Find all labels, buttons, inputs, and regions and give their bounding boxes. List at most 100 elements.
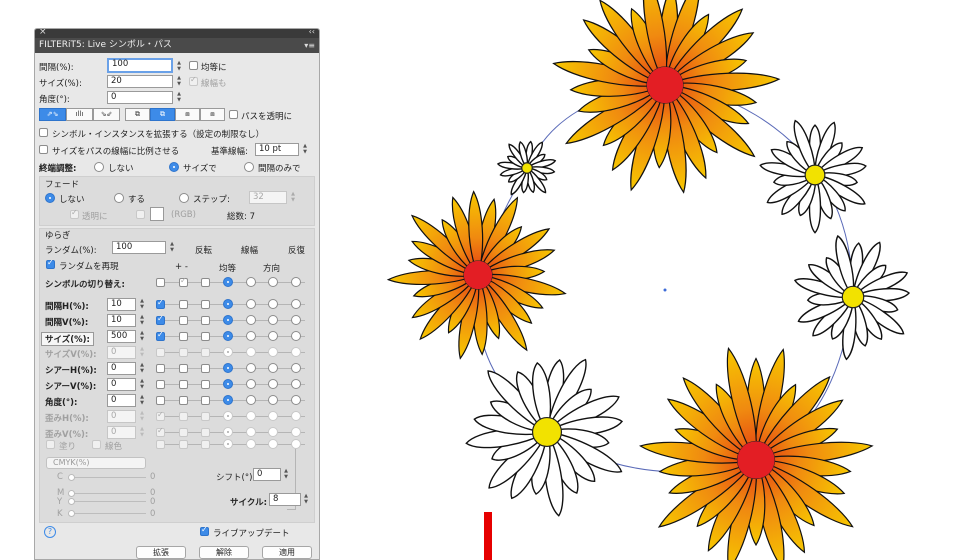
jitter-row-invert-checkbox[interactable] xyxy=(156,348,165,357)
fade-transparent-checkbox[interactable] xyxy=(70,208,79,219)
fill-radio-3[interactable] xyxy=(268,439,278,449)
jitter-row-input[interactable]: 500 xyxy=(107,330,136,343)
white-daisy-right-top[interactable] xyxy=(759,119,867,234)
jitter-row-minus-checkbox[interactable] xyxy=(201,316,210,325)
jitter-row-input[interactable]: 0 xyxy=(107,378,136,391)
white-daisy-bottom-left[interactable] xyxy=(465,356,625,517)
cycle-input[interactable]: 8 xyxy=(269,493,301,506)
orange-flower-bottom[interactable] xyxy=(639,346,874,560)
symbol-switch-plus-checkbox[interactable] xyxy=(179,276,188,287)
jitter-row-minus-checkbox[interactable] xyxy=(201,380,210,389)
help-icon[interactable]: ? xyxy=(44,526,56,538)
black-knob[interactable] xyxy=(68,510,75,517)
jitter-row-uniform-radio[interactable] xyxy=(223,331,233,341)
jitter-row-radio-2[interactable] xyxy=(246,315,256,325)
cyan-slider[interactable] xyxy=(71,477,146,478)
jitter-row-plus-checkbox[interactable] xyxy=(179,380,188,389)
overlap-mode-4-button[interactable]: ⧈ xyxy=(200,108,225,121)
jitter-row-uniform-radio[interactable] xyxy=(223,395,233,405)
jitter-row-minus-checkbox[interactable] xyxy=(201,348,210,357)
jitter-row-input[interactable]: 10 xyxy=(107,298,136,311)
jitter-row-invert-checkbox[interactable] xyxy=(156,426,165,437)
spacing-input[interactable]: 100 xyxy=(107,58,173,73)
symbol-switch-radio-4[interactable] xyxy=(291,277,301,287)
random-stepper[interactable]: ▲ ▼ xyxy=(169,241,175,254)
jitter-row-plus-checkbox[interactable] xyxy=(179,332,188,341)
fill-radio-4[interactable] xyxy=(291,439,301,449)
scale-by-stroke-checkbox[interactable] xyxy=(39,145,48,154)
jitter-row-radio-2[interactable] xyxy=(246,347,256,357)
jitter-row-minus-checkbox[interactable] xyxy=(201,300,210,309)
symbol-switch-uniform-radio[interactable] xyxy=(223,277,233,287)
fade-step-radio[interactable] xyxy=(179,193,189,203)
jitter-row-input[interactable]: 0 xyxy=(107,426,136,439)
jitter-row-radio-3[interactable] xyxy=(268,363,278,373)
jitter-row-radio-3[interactable] xyxy=(268,395,278,405)
jitter-row-minus-checkbox[interactable] xyxy=(201,396,210,405)
magenta-knob[interactable] xyxy=(68,490,75,497)
jitter-row-radio-2[interactable] xyxy=(246,379,256,389)
jitter-row-radio-4[interactable] xyxy=(291,347,301,357)
align-mode-1-button[interactable]: ⇗⇘ xyxy=(39,108,66,121)
spacing-stepper[interactable]: ▲ ▼ xyxy=(176,60,182,73)
jitter-row-radio-3[interactable] xyxy=(268,347,278,357)
jitter-row-radio-4[interactable] xyxy=(291,395,301,405)
jitter-row-plus-checkbox[interactable] xyxy=(179,412,188,421)
jitter-row-uniform-radio[interactable] xyxy=(223,427,233,437)
jitter-row-uniform-radio[interactable] xyxy=(223,363,233,373)
jitter-row-uniform-radio[interactable] xyxy=(223,347,233,357)
jitter-row-plus-checkbox[interactable] xyxy=(179,316,188,325)
jitter-row-radio-3[interactable] xyxy=(268,379,278,389)
jitter-row-stepper[interactable]: ▲ ▼ xyxy=(139,378,145,391)
base-stroke-input[interactable]: 10 pt xyxy=(255,143,299,156)
jitter-row-uniform-radio[interactable] xyxy=(223,299,233,309)
shift-input[interactable]: 0 xyxy=(253,468,281,481)
jitter-row-invert-checkbox[interactable] xyxy=(156,380,165,389)
jitter-row-radio-3[interactable] xyxy=(268,411,278,421)
color-mode-select[interactable]: CMYK(%) xyxy=(46,457,146,469)
jitter-row-minus-checkbox[interactable] xyxy=(201,412,210,421)
jitter-row-stepper[interactable]: ▲ ▼ xyxy=(139,426,145,439)
jitter-row-radio-2[interactable] xyxy=(246,411,256,421)
release-button[interactable]: 解除 xyxy=(199,546,249,559)
jitter-row-invert-checkbox[interactable] xyxy=(156,298,165,309)
orange-flower-left[interactable] xyxy=(386,190,567,360)
jitter-row-invert-checkbox[interactable] xyxy=(156,330,165,341)
orange-flower-top[interactable] xyxy=(552,0,781,194)
jitter-row-radio-3[interactable] xyxy=(268,427,278,437)
symbol-switch-radio-3[interactable] xyxy=(268,277,278,287)
jitter-row-plus-checkbox[interactable] xyxy=(179,396,188,405)
collapse-icon[interactable]: ‹‹ xyxy=(309,29,315,36)
jitter-row-invert-checkbox[interactable] xyxy=(156,314,165,325)
jitter-row-minus-checkbox[interactable] xyxy=(201,428,210,437)
jitter-row-plus-checkbox[interactable] xyxy=(179,428,188,437)
random-input[interactable]: 100 xyxy=(112,241,166,254)
size-input[interactable]: 20 xyxy=(107,75,173,88)
equalize-checkbox[interactable] xyxy=(189,61,198,70)
fade-color-swatch[interactable] xyxy=(150,207,164,221)
jitter-row-uniform-radio[interactable] xyxy=(223,315,233,325)
fill-checkbox[interactable] xyxy=(46,440,55,449)
symbol-switch-minus-checkbox[interactable] xyxy=(201,278,210,287)
end-size-radio[interactable] xyxy=(169,162,179,172)
yellow-slider[interactable] xyxy=(71,501,146,502)
yellow-knob[interactable] xyxy=(68,498,75,505)
jitter-row-stepper[interactable]: ▲ ▼ xyxy=(139,410,145,423)
jitter-row-radio-4[interactable] xyxy=(291,315,301,325)
jitter-row-stepper[interactable]: ▲ ▼ xyxy=(139,330,145,343)
reproduce-random-checkbox[interactable] xyxy=(46,258,55,269)
jitter-row-radio-3[interactable] xyxy=(268,331,278,341)
cycle-stepper[interactable]: ▲ ▼ xyxy=(303,493,309,506)
jitter-row-plus-checkbox[interactable] xyxy=(179,300,188,309)
fade-color-checkbox[interactable] xyxy=(136,210,145,219)
jitter-row-input[interactable]: 0 xyxy=(107,410,136,423)
jitter-row-invert-checkbox[interactable] xyxy=(156,364,165,373)
end-none-radio[interactable] xyxy=(94,162,104,172)
jitter-row-stepper[interactable]: ▲ ▼ xyxy=(139,394,145,407)
symbol-switch-invert-checkbox[interactable] xyxy=(156,278,165,287)
fill-plus-checkbox[interactable] xyxy=(179,440,188,449)
jitter-row-invert-checkbox[interactable] xyxy=(156,396,165,405)
jitter-row-radio-4[interactable] xyxy=(291,411,301,421)
jitter-row-radio-4[interactable] xyxy=(291,427,301,437)
white-daisy-right[interactable] xyxy=(793,234,911,361)
